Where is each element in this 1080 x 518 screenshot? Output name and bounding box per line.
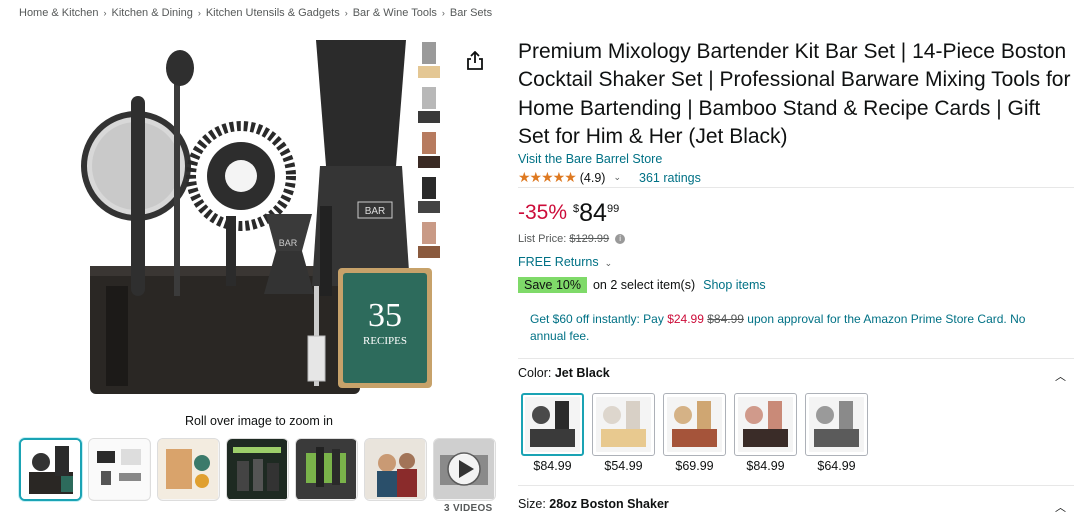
breadcrumb-bar-wine-tools[interactable]: Bar & Wine Tools <box>353 7 437 19</box>
image-gallery <box>19 438 496 502</box>
chevron-up-icon[interactable]: ︿ <box>1055 368 1066 384</box>
thumbnail-silver[interactable] <box>416 85 442 125</box>
rating-value[interactable]: (4.9) <box>580 171 606 185</box>
color-swatch-silver[interactable]: $64.99 <box>805 393 868 473</box>
color-selected-value: Jet Black <box>554 366 610 380</box>
swatch-image <box>596 397 651 452</box>
list-price-label: List Price: <box>518 233 567 245</box>
gallery-thumb-3[interactable] <box>157 438 220 501</box>
card-offer-orig-price: $84.99 <box>707 312 744 326</box>
swatch-price: $84.99 <box>533 459 572 473</box>
price-whole: 84 <box>579 199 607 227</box>
zoom-hint: Roll over image to zoom in <box>185 414 333 428</box>
ratings-count-link[interactable]: 361 ratings <box>639 171 701 185</box>
swatch-image <box>667 397 722 452</box>
free-returns-link[interactable]: FREE Returns ⌄ <box>518 255 612 269</box>
price-fraction: 99 <box>606 203 620 215</box>
swatch-price: $54.99 <box>604 459 643 473</box>
save-badge: Save 10% <box>518 277 587 293</box>
card-offer[interactable]: Get $60 off instantly: Pay $24.99 $84.99… <box>518 304 1074 350</box>
card-offer-pay-price: $24.99 <box>667 312 704 326</box>
thumbnail-black[interactable] <box>416 175 442 215</box>
color-label-prefix: Color: <box>518 366 552 380</box>
swatch-price: $64.99 <box>817 459 856 473</box>
promo-row: Save 10% on 2 select item(s) Shop items <box>518 277 766 293</box>
recipe-card-label: RECIPES <box>363 335 407 347</box>
chevron-down-icon: ⌄ <box>604 258 613 268</box>
chevron-right-icon: › <box>344 8 348 18</box>
color-swatch-gold[interactable]: $69.99 <box>663 393 726 473</box>
breadcrumb: Home & Kitchen › Kitchen & Dining › Kitchen … <box>19 7 492 19</box>
swatch-price: $84.99 <box>746 459 785 473</box>
color-swatch-rose-gold[interactable]: $84.99 <box>734 393 797 473</box>
breadcrumb-kitchen-dining[interactable]: Kitchen & Dining <box>111 7 192 19</box>
divider <box>518 187 1074 188</box>
chevron-right-icon: › <box>103 8 107 18</box>
share-icon[interactable] <box>462 48 488 74</box>
divider <box>518 485 1074 486</box>
free-returns-label[interactable]: FREE Returns <box>518 255 599 269</box>
gallery-thumb-1[interactable] <box>19 438 82 501</box>
color-swatches: $84.99 $54.99 $69.99 $84.99 $64.99 <box>521 393 868 473</box>
color-swatch-jet-black[interactable]: $84.99 <box>521 393 584 473</box>
gallery-thumb-6[interactable] <box>364 438 427 501</box>
gallery-thumb-4[interactable] <box>226 438 289 501</box>
info-icon[interactable]: i <box>615 234 626 245</box>
videos-count-label[interactable]: 3 VIDEOS <box>444 503 493 514</box>
shop-items-link[interactable]: Shop items <box>703 278 766 292</box>
discount-percent: -35% <box>518 201 568 224</box>
swatch-image <box>525 397 580 452</box>
chevron-up-icon[interactable]: ︿ <box>1055 499 1066 515</box>
thumbnail-copper[interactable] <box>416 130 442 170</box>
swatch-image <box>738 397 793 452</box>
chevron-right-icon: › <box>441 8 445 18</box>
shaker-brand-text: BAR <box>365 206 386 217</box>
video-thumbnail[interactable] <box>433 438 496 501</box>
gallery-thumb-2[interactable] <box>88 438 151 501</box>
store-link[interactable]: Visit the Bare Barrel Store <box>518 152 662 166</box>
size-label: Size: 28oz Boston Shaker <box>518 497 669 511</box>
main-product-image[interactable]: BAR BAR 35 RECIPES <box>76 36 446 406</box>
breadcrumb-home-kitchen[interactable]: Home & Kitchen <box>19 7 98 19</box>
recipe-card-number: 35 <box>368 297 402 334</box>
thumbnail-rose-gold[interactable] <box>416 220 442 260</box>
list-price-value: $129.99 <box>569 233 610 245</box>
gallery-thumb-5[interactable] <box>295 438 358 501</box>
product-title: Premium Mixology Bartender Kit Bar Set |… <box>518 40 1071 149</box>
star-rating-icon[interactable]: ★★★★★ <box>518 169 577 186</box>
chevron-right-icon: › <box>197 8 201 18</box>
breadcrumb-bar-sets[interactable]: Bar Sets <box>450 7 492 19</box>
price-block: -35% $ 84 99 <box>518 199 619 227</box>
color-swatch-natural[interactable]: $54.99 <box>592 393 655 473</box>
thumbnail-natural[interactable] <box>416 40 442 80</box>
size-label-prefix: Size: <box>518 497 546 511</box>
list-price: List Price: $129.99 i <box>518 233 626 245</box>
rating-row: ★★★★★ (4.9) ⌄ 361 ratings <box>518 169 701 186</box>
divider <box>518 358 1074 359</box>
promo-text: on 2 select item(s) <box>592 278 696 292</box>
swatch-image <box>809 397 864 452</box>
swatch-price: $69.99 <box>675 459 714 473</box>
chevron-down-icon[interactable]: ⌄ <box>613 172 621 183</box>
card-offer-text-1: Get $60 off instantly: Pay <box>530 312 664 326</box>
color-thumbnail-strip <box>416 40 442 265</box>
breadcrumb-utensils-gadgets[interactable]: Kitchen Utensils & Gadgets <box>206 7 340 19</box>
size-selected-value: 28oz Boston Shaker <box>549 497 669 511</box>
color-label: Color: Jet Black <box>518 366 610 380</box>
jigger-brand-text: BAR <box>279 238 298 248</box>
